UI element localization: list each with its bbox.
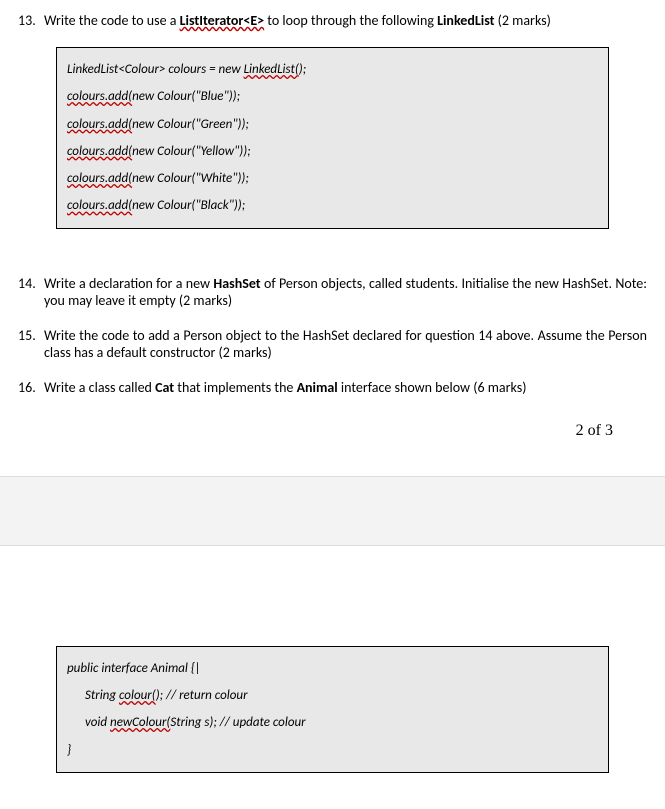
question-text: Write the code to add a Person object to… xyxy=(44,327,647,361)
question-number: 14. xyxy=(18,275,44,292)
code-line: } xyxy=(67,737,598,764)
code-box-animal: public interface Animal {| String colour… xyxy=(56,646,609,773)
page-break xyxy=(0,476,665,546)
bold-listiterator: ListIterator<E> xyxy=(180,12,265,29)
code-line: String colour(); // return colour xyxy=(67,682,598,709)
question-text: Write a declaration for a new HashSet of… xyxy=(44,275,647,309)
question-number: 15. xyxy=(18,327,44,344)
bold-hashset: HashSet xyxy=(213,275,260,292)
question-number: 16. xyxy=(18,379,44,396)
question-text: Write the code to use a ListIterator<E> … xyxy=(44,12,647,29)
bold-animal: Animal xyxy=(297,379,338,396)
code-box-colours: LinkedList<Colour> colours = new LinkedL… xyxy=(56,47,609,229)
question-16: 16. Write a class called Cat that implem… xyxy=(18,379,647,396)
code-line: colours.add(new Colour("Black")); xyxy=(67,192,598,219)
code-line: colours.add(new Colour("White")); xyxy=(67,165,598,192)
spacer xyxy=(18,558,647,628)
question-number: 13. xyxy=(18,12,44,29)
bold-linkedlist: LinkedList xyxy=(437,12,494,29)
code-line: colours.add(new Colour("Yellow")); xyxy=(67,138,598,165)
code-line: colours.add(new Colour("Green")); xyxy=(67,111,598,138)
question-15: 15. Write the code to add a Person objec… xyxy=(18,327,647,361)
code-line: void newColour(String s); // update colo… xyxy=(67,709,598,736)
code-line: LinkedList<Colour> colours = new LinkedL… xyxy=(67,56,598,83)
page-2: public interface Animal {| String colour… xyxy=(0,546,665,809)
question-13: 13. Write the code to use a ListIterator… xyxy=(18,12,647,29)
code-line: colours.add(new Colour("Blue")); xyxy=(67,83,598,110)
page-1: 13. Write the code to use a ListIterator… xyxy=(0,0,665,468)
spacer xyxy=(18,247,647,275)
page-number: 2 of 3 xyxy=(18,414,647,450)
question-14: 14. Write a declaration for a new HashSe… xyxy=(18,275,647,309)
bold-cat: Cat xyxy=(155,379,174,396)
question-text: Write a class called Cat that implements… xyxy=(44,379,647,396)
code-line: public interface Animal {| xyxy=(67,655,598,682)
